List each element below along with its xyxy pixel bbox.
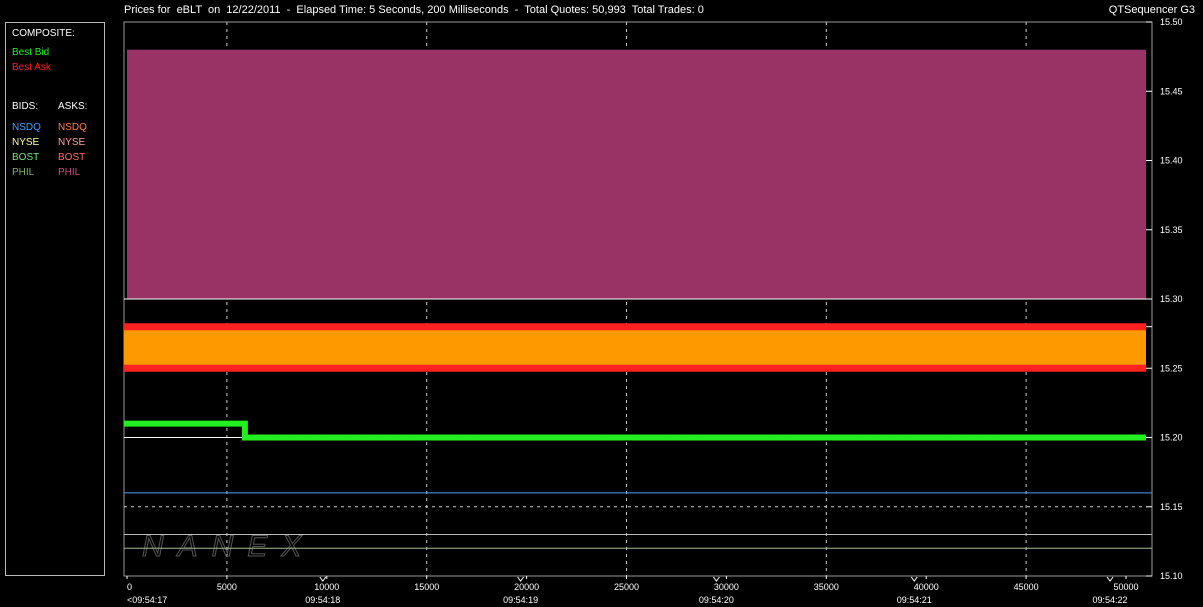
best-bid-point-5 [318, 434, 325, 441]
best-bid-point-49 [978, 434, 985, 441]
best-bid-point-59 [1128, 434, 1135, 441]
x-tick-label-2: 10000 [314, 582, 339, 592]
time-marker-2 [517, 576, 525, 582]
best-bid-point-10 [393, 434, 400, 441]
y-tick-label-8: 15.50 [1160, 17, 1183, 27]
best-bid-point-37 [798, 434, 805, 441]
best-bid-point-44 [903, 434, 910, 441]
y-tick-label-0: 15.10 [1160, 571, 1183, 581]
time-marker-1 [319, 576, 327, 582]
best-bid-point-17 [498, 434, 505, 441]
time-marker-5 [1106, 576, 1114, 582]
y-tick-label-4: 15.30 [1160, 294, 1183, 304]
best-bid-point-27 [648, 434, 655, 441]
best-bid-point-1 [258, 434, 265, 441]
best-bid-point-39 [828, 434, 835, 441]
best-bid-point-0 [243, 434, 250, 441]
best-bid-point-4 [303, 434, 310, 441]
best-bid-point-36 [783, 434, 790, 441]
x-tick-label-6: 30000 [714, 582, 739, 592]
best-bid-point-35 [768, 434, 775, 441]
price-chart[interactable]: 15.10 15.15 15.20 15.25 15.30 15.35 15.40 15.45… [0, 0, 1203, 607]
best-bid-point-40 [843, 434, 850, 441]
best-bid-point-47 [948, 434, 955, 441]
best-bid-point-3 [288, 434, 295, 441]
best-bid-point-24 [603, 434, 610, 441]
best-bid-point-48 [963, 434, 970, 441]
time-label-3: 09:54:20 [699, 595, 734, 605]
best-bid-point-54 [1053, 434, 1060, 441]
time-marker-4 [910, 576, 918, 582]
best-bid-point-31 [708, 434, 715, 441]
best-bid-point-2 [273, 434, 280, 441]
y-tick-label-7: 15.45 [1160, 86, 1183, 96]
y-tick-label-5: 15.35 [1160, 225, 1183, 235]
best-bid-point-56 [1083, 434, 1090, 441]
best-bid-point-19 [528, 434, 535, 441]
best-bid-point-9 [378, 434, 385, 441]
best-bid-point-57 [1098, 434, 1105, 441]
best-bid-point-38 [813, 434, 820, 441]
spread-band [124, 326, 1146, 369]
best-bid-point-41 [858, 434, 865, 441]
best-bid-point-53 [1038, 434, 1045, 441]
best-bid-point-12 [423, 434, 430, 441]
x-tick-label-10: 50000 [1114, 582, 1139, 592]
best-bid-point-11 [408, 434, 415, 441]
time-label-5: 09:54:22 [1093, 595, 1128, 605]
y-tick-label-3: 15.25 [1160, 363, 1183, 373]
best-bid-point-20 [543, 434, 550, 441]
best-bid-point-28 [663, 434, 670, 441]
best-bid-point-18 [513, 434, 520, 441]
time-label-0: <09:54:17 [127, 595, 167, 605]
best-bid-point-29 [678, 434, 685, 441]
best-bid-point-13 [438, 434, 445, 441]
best-bid-point-33 [738, 434, 745, 441]
best-bid-point-55 [1068, 434, 1075, 441]
best-bid-point-50 [993, 434, 1000, 441]
phil-ask-band [127, 49, 1146, 300]
best-bid-point-21 [558, 434, 565, 441]
best-bid-point-8 [363, 434, 370, 441]
x-tick-label-9: 45000 [1014, 582, 1039, 592]
best-bid-point-52 [1023, 434, 1030, 441]
x-tick-label-5: 25000 [614, 582, 639, 592]
x-tick-label-8: 40000 [914, 582, 939, 592]
best-bid-point-58 [1113, 434, 1120, 441]
best-bid-point-42 [873, 434, 880, 441]
time-label-4: 09:54:21 [897, 595, 932, 605]
time-label-2: 09:54:19 [503, 595, 538, 605]
best-bid-point-32 [723, 434, 730, 441]
y-tick-label-6: 15.40 [1160, 156, 1183, 166]
best-bid-point-7 [348, 434, 355, 441]
best-bid-point-25 [618, 434, 625, 441]
best-bid-point-22 [573, 434, 580, 441]
best-bid-point-43 [888, 434, 895, 441]
y-tick-label-1: 15.15 [1160, 502, 1183, 512]
best-bid-point-45 [918, 434, 925, 441]
best-bid-point-30 [693, 434, 700, 441]
best-bid-point-16 [483, 434, 490, 441]
x-tick-label-3: 15000 [414, 582, 439, 592]
time-label-1: 09:54:18 [305, 595, 340, 605]
best-bid-point-6 [333, 434, 340, 441]
best-bid-point-46 [933, 434, 940, 441]
best-bid-point-15 [468, 434, 475, 441]
x-tick-label-4: 20000 [514, 582, 539, 592]
best-bid-point-23 [588, 434, 595, 441]
y-tick-label-2: 15.20 [1160, 433, 1183, 443]
best-bid-point-14 [453, 434, 460, 441]
x-tick-label-7: 35000 [814, 582, 839, 592]
time-marker-3 [713, 576, 720, 582]
x-tick-label-1: 5000 [217, 582, 237, 592]
x-tick-label-0: 0 [127, 582, 132, 592]
best-bid-point-34 [753, 434, 760, 441]
best-bid-point-51 [1008, 434, 1015, 441]
best-bid-point-26 [633, 434, 640, 441]
